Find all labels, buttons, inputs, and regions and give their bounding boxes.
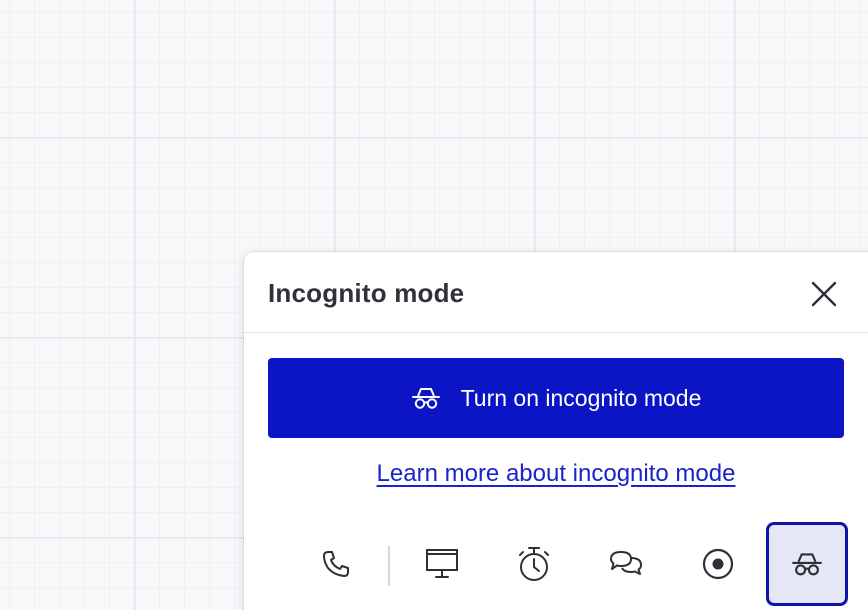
incognito-icon <box>792 553 822 576</box>
close-button[interactable] <box>804 274 844 314</box>
close-icon <box>811 281 837 307</box>
learn-more-link[interactable]: Learn more about incognito mode <box>244 460 868 488</box>
record-button[interactable] <box>696 542 740 586</box>
phone-icon <box>323 551 349 577</box>
phone-button[interactable] <box>314 542 358 586</box>
chat-button[interactable] <box>604 542 648 586</box>
panel-title: Incognito mode <box>268 278 465 308</box>
presentation-button[interactable] <box>420 542 464 586</box>
incognito-toolbar-button[interactable] <box>766 522 848 606</box>
panel-header: Incognito mode <box>244 252 868 333</box>
bottom-toolbar <box>244 522 868 610</box>
incognito-icon <box>411 386 441 410</box>
incognito-panel: Incognito mode Turn on incognito mode Le… <box>244 252 868 610</box>
record-icon <box>702 548 734 580</box>
timer-icon <box>519 547 549 581</box>
turn-on-incognito-label: Turn on incognito mode <box>460 384 702 411</box>
chat-icon <box>610 551 642 575</box>
turn-on-incognito-button[interactable]: Turn on incognito mode <box>268 358 844 438</box>
presentation-icon <box>426 549 458 578</box>
toolbar-divider <box>388 546 390 586</box>
timer-button[interactable] <box>512 542 556 586</box>
